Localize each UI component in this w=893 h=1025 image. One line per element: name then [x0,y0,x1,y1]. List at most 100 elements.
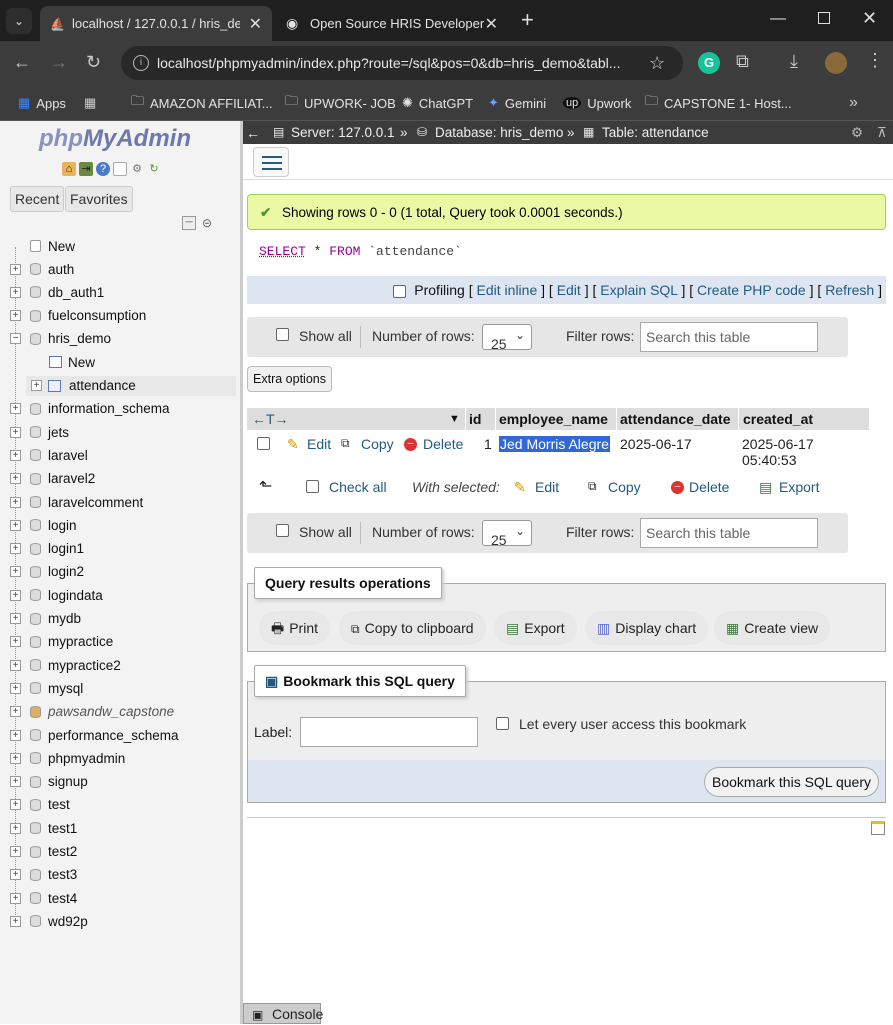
close-window-icon[interactable]: ✕ [862,8,877,29]
bookmark-sql-query-button[interactable]: Bookmark this SQL query [704,767,879,797]
print-button[interactable]: 🖶 Print [259,611,331,645]
expand-icon[interactable]: + [31,380,42,391]
expand-icon[interactable]: + [10,682,21,694]
link-with-main-icon[interactable]: ⊝ [202,216,212,230]
bookmark-upwork-job[interactable]: 🗀 UPWORK- JOB [285,92,396,114]
expand-icon[interactable]: + [10,566,21,578]
expand-icon[interactable]: + [10,915,21,927]
forward-icon[interactable]: → [50,52,68,73]
display-chart-button[interactable]: ▥ Display chart [585,611,709,645]
sidebar-resizer[interactable] [240,121,243,1024]
cell-id[interactable]: 1 [484,436,492,452]
tab-groups-icon[interactable]: ▦ [84,92,96,114]
column-resize-arrows-icon[interactable]: ←T→ [252,411,289,427]
refresh-link[interactable]: Refresh [825,282,874,298]
tab-search-icon[interactable]: ⌄ [6,8,32,34]
page-note-icon[interactable] [871,821,885,835]
expand-icon[interactable]: + [10,286,21,298]
show-all-checkbox[interactable] [276,328,289,341]
column-header-id[interactable]: id [469,411,481,427]
tree-item-auth[interactable]: + auth [0,259,240,279]
filter-rows-input[interactable]: Search this table [640,518,818,548]
check-all-checkbox[interactable] [306,480,319,493]
help-icon[interactable]: ? [96,162,110,176]
expand-icon[interactable]: + [10,799,21,811]
tree-item-db_auth1[interactable]: + db_auth1 [0,282,240,302]
hamburger-menu-icon[interactable] [253,147,289,177]
number-of-rows-select[interactable]: 25 ⌄ [482,324,532,352]
let-every-user-checkbox[interactable] [496,717,509,730]
bookmark-label-input[interactable] [300,717,478,747]
explain-sql-link[interactable]: Explain SQL [600,282,677,298]
create-php-code-link[interactable]: Create PHP code [697,282,806,298]
bulk-delete-link[interactable]: Delete [689,479,729,495]
favorites-button[interactable]: Favorites [65,186,133,212]
more-bookmarks-icon[interactable]: » [849,92,858,114]
check-all-link[interactable]: Check all [329,479,387,495]
recent-button[interactable]: Recent [10,186,65,212]
cell-attendance-date[interactable]: 2025-06-17 [620,436,692,452]
breadcrumb-server[interactable]: Server: 127.0.0.1 [291,125,395,140]
number-of-rows-select[interactable]: 25 ⌄ [482,520,532,548]
console-button[interactable]: ▣ Console [243,1003,323,1024]
tree-item-wd92p[interactable]: + wd92p [0,911,240,931]
tree-item-laravel2[interactable]: + laravel2 [0,469,240,489]
row-checkbox[interactable] [257,437,270,450]
create-view-button[interactable]: ▦ Create view [714,611,831,645]
tree-item-mypractice2[interactable]: + mypractice2 [0,655,240,675]
tree-item-fuelconsumption[interactable]: + fuelconsumption [0,306,240,326]
tab-phpmyadmin[interactable]: ⛵ localhost / 127.0.0.1 / hris_demo ✕ [40,6,272,41]
row-copy-link[interactable]: Copy [361,436,394,452]
column-header-created-at[interactable]: created_at [743,411,813,427]
expand-icon[interactable]: + [10,846,21,857]
close-tab-icon[interactable]: ✕ [485,14,498,34]
expand-icon[interactable]: + [10,822,21,834]
reload-icon[interactable]: ↻ [86,52,101,73]
breadcrumb-table[interactable]: Table: attendance [602,125,709,140]
page-settings-icon[interactable]: ⚙ [851,125,863,141]
expand-icon[interactable]: + [10,473,21,485]
close-tab-icon[interactable]: ✕ [249,14,262,34]
bookmark-star-icon[interactable]: ☆ [649,53,665,74]
tree-item-login2[interactable]: + login2 [0,562,240,582]
filter-rows-input[interactable]: Search this table [640,322,818,352]
expand-icon[interactable]: + [10,613,21,624]
expand-icon[interactable]: + [10,449,21,461]
expand-icon[interactable]: + [10,263,21,275]
tree-item-mydb[interactable]: + mydb [0,609,240,629]
reload-nav-icon[interactable]: ↻ [147,162,161,176]
home-icon[interactable]: ⌂ [62,162,76,176]
expand-icon[interactable]: + [10,706,21,718]
bookmark-chatgpt[interactable]: ✺ ChatGPT [402,92,473,114]
bookmark-amazon[interactable]: 🗀 AMAZON AFFILIAT... [131,92,273,114]
edit-link[interactable]: Edit [557,282,581,298]
expand-icon[interactable]: + [10,310,21,322]
tree-item-test2[interactable]: + test2 [0,842,240,862]
collapse-all-icon[interactable]: ─ [182,216,196,230]
bulk-edit-link[interactable]: Edit [535,479,559,495]
expand-icon[interactable]: + [10,426,21,438]
expand-icon[interactable]: + [10,636,21,648]
show-all-checkbox[interactable] [276,524,289,537]
tree-item-mypractice[interactable]: + mypractice [0,632,240,652]
maximize-panel-icon[interactable]: ⊼ [877,125,887,141]
edit-inline-link[interactable]: Edit inline [477,282,538,298]
column-header-attendance-date[interactable]: attendance_date [620,411,730,427]
tree-item-test4[interactable]: + test4 [0,888,240,908]
tree-item-laravel[interactable]: + laravel [0,445,240,465]
docs-icon[interactable] [113,162,127,176]
tree-item-performance_schema[interactable]: + performance_schema [0,725,240,745]
tree-item-login1[interactable]: + login1 [0,539,240,559]
bulk-export-link[interactable]: Export [779,479,819,495]
tree-item-signup[interactable]: + signup [0,772,240,792]
extensions-icon[interactable]: ⧉ [736,51,749,72]
bookmark-apps[interactable]: ▦ Apps [18,92,66,114]
tree-item-hris-attendance[interactable]: + attendance [26,375,236,396]
copy-to-clipboard-button[interactable]: ⧉ Copy to clipboard [339,611,486,645]
expand-icon[interactable]: + [10,776,21,788]
logout-icon[interactable]: ⇥ [79,162,93,176]
tree-item-test3[interactable]: + test3 [0,865,240,885]
collapse-icon[interactable]: − [10,333,21,345]
tree-item-pawsandw_capstone[interactable]: + pawsandw_capstone [0,702,240,722]
expand-icon[interactable]: + [10,659,21,671]
